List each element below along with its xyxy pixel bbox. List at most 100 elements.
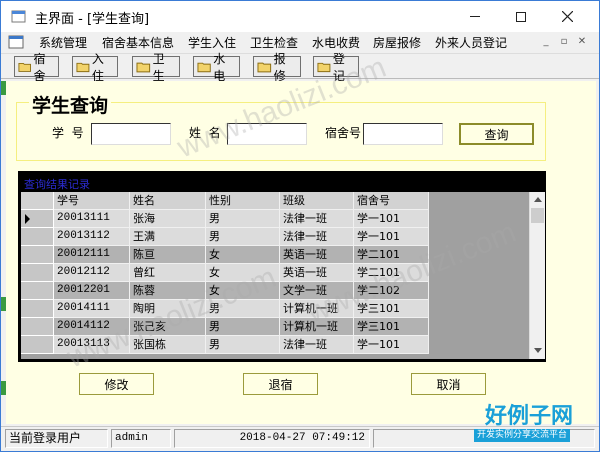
cell-gender[interactable]: 女 [206, 246, 280, 264]
toolbar: 宿舍 入住 卫生 水电 报修 登记 [1, 52, 599, 83]
cell-gender[interactable]: 男 [206, 300, 280, 318]
grid-body[interactable]: 学号 姓名 性别 班级 宿舍号 20013111 张海 男 法律一班 学一101… [21, 192, 530, 359]
table-row[interactable]: 20013111 张海 男 法律一班 学一101 [21, 210, 530, 228]
cell-student-id[interactable]: 20012201 [54, 282, 130, 300]
column-header[interactable]: 宿舍号 [354, 192, 429, 210]
search-button[interactable]: 查询 [459, 123, 534, 145]
column-header[interactable]: 姓名 [130, 192, 206, 210]
cell-class[interactable]: 法律一班 [280, 210, 354, 228]
scroll-down-icon[interactable] [534, 348, 542, 353]
cell-dorm[interactable]: 学一101 [354, 336, 429, 354]
cell-dorm[interactable]: 学二102 [354, 282, 429, 300]
cell-name[interactable]: 张海 [130, 210, 206, 228]
cell-class[interactable]: 英语一班 [280, 246, 354, 264]
row-selector[interactable] [21, 228, 54, 246]
cell-name[interactable]: 张己亥 [130, 318, 206, 336]
cell-name[interactable]: 陈亘 [130, 246, 206, 264]
grid-vertical-scrollbar[interactable] [529, 192, 545, 359]
toolbar-dorm-button[interactable]: 宿舍 [14, 52, 59, 83]
menu-visitor[interactable]: 外来人员登记 [435, 34, 507, 51]
name-input[interactable] [227, 123, 307, 145]
table-row[interactable]: 20014112 张己亥 男 计算机一班 学三101 [21, 318, 530, 336]
table-row[interactable]: 20012111 陈亘 女 英语一班 学二101 [21, 246, 530, 264]
row-selector[interactable] [21, 210, 54, 228]
maximize-button[interactable] [498, 1, 544, 32]
folder-icon [18, 62, 32, 72]
cell-dorm[interactable]: 学三101 [354, 300, 429, 318]
cell-gender[interactable]: 男 [206, 318, 280, 336]
minimize-button[interactable] [452, 1, 498, 32]
row-selector[interactable] [21, 300, 54, 318]
toolbar-utilities-button[interactable]: 水电 [193, 52, 240, 83]
menu-dorm-info[interactable]: 宿舍基本信息 [102, 34, 174, 51]
cancel-button[interactable]: 取消 [411, 373, 486, 395]
brand-subtitle: 开发实例分享交流平台 [474, 429, 571, 442]
cell-name[interactable]: 张国栋 [130, 336, 206, 354]
row-selector[interactable] [21, 264, 54, 282]
toolbar-visitor-button[interactable]: 登记 [313, 52, 359, 83]
cell-gender[interactable]: 男 [206, 210, 280, 228]
column-header[interactable]: 班级 [280, 192, 354, 210]
cell-student-id[interactable]: 20014111 [54, 300, 130, 318]
cell-name[interactable]: 曾红 [130, 264, 206, 282]
toolbar-hygiene-button[interactable]: 卫生 [132, 52, 180, 83]
cell-dorm[interactable]: 学二101 [354, 246, 429, 264]
cell-class[interactable]: 法律一班 [280, 228, 354, 246]
student-id-input[interactable] [91, 123, 171, 145]
cell-student-id[interactable]: 20013112 [54, 228, 130, 246]
menu-check-in[interactable]: 学生入住 [188, 34, 236, 51]
cell-class[interactable]: 英语一班 [280, 264, 354, 282]
cell-class[interactable]: 计算机一班 [280, 318, 354, 336]
column-header[interactable]: 学号 [54, 192, 130, 210]
cell-student-id[interactable]: 20013111 [54, 210, 130, 228]
scroll-thumb[interactable] [531, 208, 544, 223]
cell-class[interactable]: 文学一班 [280, 282, 354, 300]
table-row[interactable]: 20012112 曾红 女 英语一班 学二101 [21, 264, 530, 282]
cell-dorm[interactable]: 学一101 [354, 228, 429, 246]
cell-gender[interactable]: 女 [206, 264, 280, 282]
grid-caption: 查询结果记录 [24, 178, 90, 191]
child-restore-icon[interactable]: ▫ [557, 36, 571, 48]
cell-dorm[interactable]: 学一101 [354, 210, 429, 228]
title-bar[interactable]: 主界面 - [学生查询] [1, 1, 599, 32]
menu-utilities[interactable]: 水电收费 [312, 34, 360, 51]
edit-button[interactable]: 修改 [79, 373, 154, 395]
cell-dorm[interactable]: 学二101 [354, 264, 429, 282]
child-minimize-icon[interactable]: _ [539, 36, 553, 48]
scroll-up-icon[interactable] [534, 197, 542, 202]
cell-dorm[interactable]: 学三101 [354, 318, 429, 336]
checkout-button[interactable]: 退宿 [243, 373, 318, 395]
child-close-icon[interactable]: ✕ [575, 36, 589, 48]
cell-class[interactable]: 法律一班 [280, 336, 354, 354]
table-row[interactable]: 20013112 王满 男 法律一班 学一101 [21, 228, 530, 246]
toolbar-checkin-button[interactable]: 入住 [72, 52, 118, 83]
cell-student-id[interactable]: 20012112 [54, 264, 130, 282]
row-selector[interactable] [21, 282, 54, 300]
toolbar-repair-button[interactable]: 报修 [253, 52, 301, 83]
toolbar-label: 水电 [213, 51, 226, 83]
mdi-child-icon[interactable] [8, 35, 24, 50]
menu-system[interactable]: 系统管理 [39, 34, 87, 51]
cell-name[interactable]: 王满 [130, 228, 206, 246]
menu-repair[interactable]: 房屋报修 [373, 34, 421, 51]
dorm-input[interactable] [363, 123, 443, 145]
row-selector[interactable] [21, 318, 54, 336]
table-row[interactable]: 20013113 张国栋 男 法律一班 学一101 [21, 336, 530, 354]
cell-gender[interactable]: 男 [206, 336, 280, 354]
app-icon [11, 10, 26, 23]
table-row[interactable]: 20012201 陈蓉 女 文学一班 学二102 [21, 282, 530, 300]
cell-student-id[interactable]: 20013113 [54, 336, 130, 354]
cell-name[interactable]: 陶明 [130, 300, 206, 318]
cell-student-id[interactable]: 20014112 [54, 318, 130, 336]
cell-gender[interactable]: 女 [206, 282, 280, 300]
close-button[interactable] [544, 1, 590, 32]
table-row[interactable]: 20014111 陶明 男 计算机一班 学三101 [21, 300, 530, 318]
row-selector[interactable] [21, 246, 54, 264]
cell-gender[interactable]: 男 [206, 228, 280, 246]
cell-class[interactable]: 计算机一班 [280, 300, 354, 318]
cell-student-id[interactable]: 20012111 [54, 246, 130, 264]
menu-hygiene[interactable]: 卫生检查 [250, 34, 298, 51]
cell-name[interactable]: 陈蓉 [130, 282, 206, 300]
row-selector[interactable] [21, 336, 54, 354]
column-header[interactable]: 性别 [206, 192, 280, 210]
